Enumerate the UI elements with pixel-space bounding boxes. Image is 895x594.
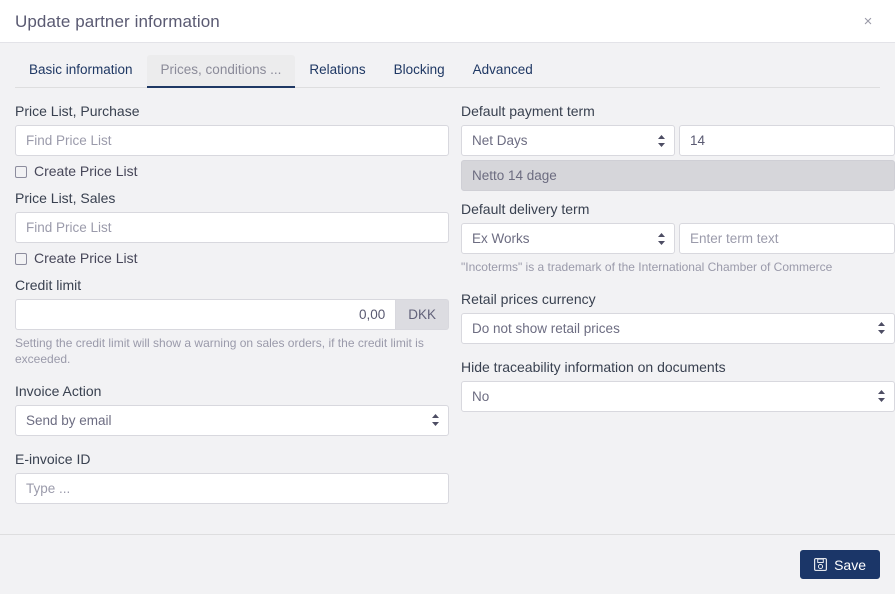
page-title: Update partner information [15, 11, 220, 31]
field-default-delivery-term: Default delivery term Ex Works "Incoterm… [461, 200, 895, 275]
delivery-term-type-value[interactable]: Ex Works [461, 223, 675, 255]
create-price-list-purchase-label[interactable]: Create Price List [34, 163, 137, 180]
modal-footer: Save [0, 534, 895, 594]
invoice-action-label: Invoice Action [15, 382, 102, 399]
create-price-list-sales-checkbox[interactable] [15, 252, 27, 265]
create-price-list-sales-label[interactable]: Create Price List [34, 250, 137, 267]
invoice-action-select[interactable]: Send by email [15, 404, 449, 436]
incoterms-help-text: "Incoterms" is a trademark of the Intern… [461, 260, 833, 275]
left-column: Price List, Purchase Create Price List P… [15, 102, 449, 534]
create-price-list-sales-row: Create Price List [15, 250, 449, 267]
delivery-term-text-input[interactable] [679, 223, 895, 255]
credit-limit-input[interactable] [15, 299, 397, 331]
field-price-list-sales: Price List, Sales Create Price List [15, 189, 449, 267]
field-credit-limit: Credit limit DKK Setting the credit limi… [15, 276, 449, 368]
field-price-list-purchase: Price List, Purchase Create Price List [15, 102, 449, 180]
delivery-term-type-select[interactable]: Ex Works [461, 223, 675, 255]
credit-limit-currency-addon: DKK [396, 299, 449, 331]
invoice-action-value[interactable]: Send by email [15, 404, 449, 436]
payment-term-description-input[interactable] [461, 160, 895, 192]
close-icon[interactable]: × [857, 10, 879, 32]
payment-term-days-input[interactable] [679, 125, 895, 157]
price-list-purchase-label: Price List, Purchase [15, 103, 140, 119]
field-e-invoice-id: E-invoice ID [15, 450, 449, 504]
price-list-purchase-input[interactable] [15, 125, 449, 157]
retail-prices-currency-value[interactable]: Do not show retail prices [461, 312, 895, 344]
right-column: Default payment term Net Days Default de… [461, 102, 895, 534]
tab-relations[interactable]: Relations [295, 55, 379, 87]
field-retail-prices-currency: Retail prices currency Do not show retai… [461, 290, 895, 344]
retail-prices-currency-select[interactable]: Do not show retail prices [461, 312, 895, 344]
tab-blocking[interactable]: Blocking [380, 55, 459, 87]
hide-traceability-value[interactable]: No [461, 380, 895, 412]
e-invoice-id-input[interactable] [15, 472, 449, 504]
payment-term-type-value[interactable]: Net Days [461, 125, 675, 157]
credit-limit-group: DKK [15, 299, 449, 331]
field-hide-traceability: Hide traceability information on documen… [461, 358, 895, 412]
credit-limit-label: Credit limit [15, 276, 82, 293]
price-list-sales-input[interactable] [15, 212, 449, 244]
retail-prices-currency-label: Retail prices currency [461, 290, 596, 307]
tab-prices-conditions[interactable]: Prices, conditions ... [146, 54, 296, 89]
save-icon [814, 558, 827, 571]
e-invoice-id-label: E-invoice ID [15, 450, 91, 467]
hide-traceability-label: Hide traceability information on documen… [461, 358, 726, 375]
modal-header: Update partner information × [0, 0, 895, 43]
tab-advanced[interactable]: Advanced [459, 55, 547, 87]
update-partner-modal: Update partner information × Basic infor… [0, 0, 895, 594]
default-delivery-term-row: Ex Works [461, 223, 895, 255]
tab-list: Basic information Prices, conditions ...… [15, 54, 880, 89]
create-price-list-purchase-checkbox[interactable] [15, 165, 27, 178]
field-default-payment-term: Default payment term Net Days [461, 102, 895, 192]
default-payment-term-row: Net Days [461, 125, 895, 157]
save-button[interactable]: Save [800, 550, 880, 579]
credit-limit-help-text: Setting the credit limit will show a war… [15, 336, 424, 367]
hide-traceability-select[interactable]: No [461, 380, 895, 412]
field-invoice-action: Invoice Action Send by email [15, 382, 449, 436]
tabs-container: Basic information Prices, conditions ...… [0, 43, 895, 89]
payment-term-type-select[interactable]: Net Days [461, 125, 675, 157]
default-delivery-term-label: Default delivery term [461, 201, 590, 218]
save-button-label: Save [834, 556, 866, 573]
create-price-list-purchase-row: Create Price List [15, 163, 449, 180]
default-payment-term-label: Default payment term [461, 103, 595, 119]
modal-body: Price List, Purchase Create Price List P… [0, 88, 895, 534]
price-list-sales-label: Price List, Sales [15, 189, 116, 206]
tab-basic-information[interactable]: Basic information [15, 55, 147, 87]
